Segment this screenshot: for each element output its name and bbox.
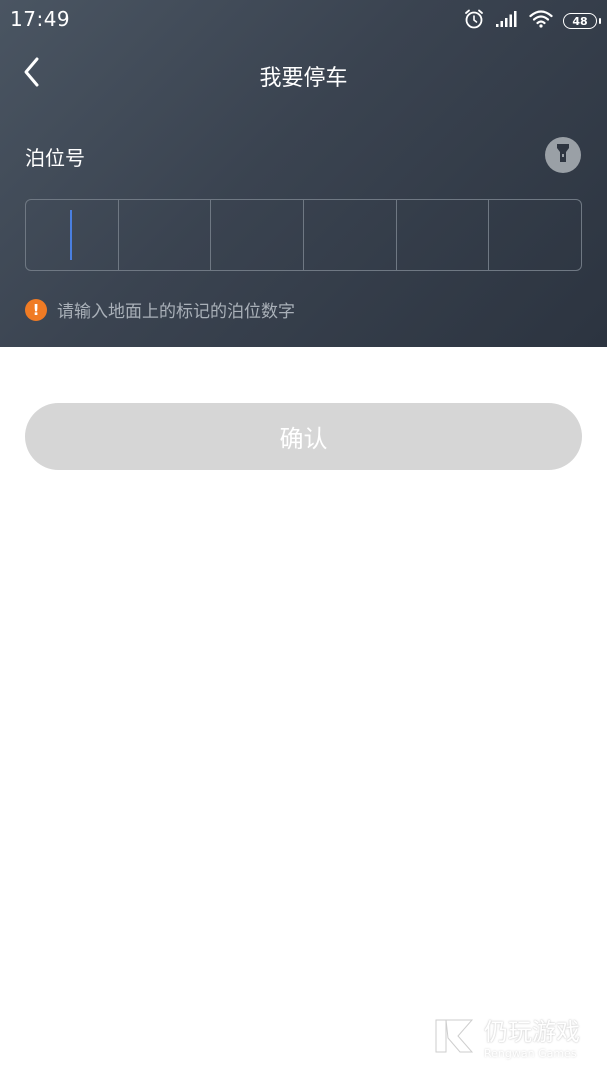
flashlight-button[interactable] [545, 137, 581, 173]
status-time: 17:49 [10, 7, 71, 31]
code-cell[interactable] [26, 200, 119, 270]
text-caret [70, 210, 72, 260]
top-bar: 我要停车 [0, 50, 607, 100]
watermark-title: 仍玩游戏 [484, 1018, 580, 1046]
wifi-icon [529, 10, 553, 32]
hint-text: 请输入地面上的标记的泊位数字 [57, 302, 295, 322]
hint-row: ! 请输入地面上的标记的泊位数字 [25, 297, 295, 322]
code-cell[interactable] [489, 200, 581, 270]
watermark-logo-icon [435, 1019, 474, 1053]
code-cell[interactable] [119, 200, 212, 270]
parking-page: 17:49 48 我要停车 泊位号 ! 请输入地面上的标记的泊位数字 确认 仍玩… [0, 0, 607, 1080]
watermark: 仍玩游戏 Rengwan Games [432, 1012, 580, 1060]
battery-icon: 48 [563, 13, 601, 29]
code-cell[interactable] [211, 200, 305, 270]
status-icons: 48 [463, 8, 601, 34]
code-cell[interactable] [304, 200, 397, 270]
alarm-icon [463, 8, 485, 34]
header-panel: 17:49 48 我要停车 泊位号 ! 请输入地面上的标记的泊位数字 [0, 0, 607, 347]
code-cell[interactable] [397, 200, 490, 270]
watermark-text: 仍玩游戏 Rengwan Games [484, 1012, 580, 1060]
flashlight-icon [555, 142, 571, 168]
confirm-button[interactable]: 确认 [25, 403, 582, 470]
watermark-subtitle: Rengwan Games [484, 1047, 577, 1060]
page-title: 我要停车 [259, 66, 348, 91]
exclamation-icon: ! [25, 298, 47, 321]
berth-number-input[interactable] [25, 199, 582, 271]
status-bar: 17:49 48 [0, 0, 607, 40]
signal-icon [495, 10, 519, 32]
berth-number-label: 泊位号 [25, 146, 85, 170]
